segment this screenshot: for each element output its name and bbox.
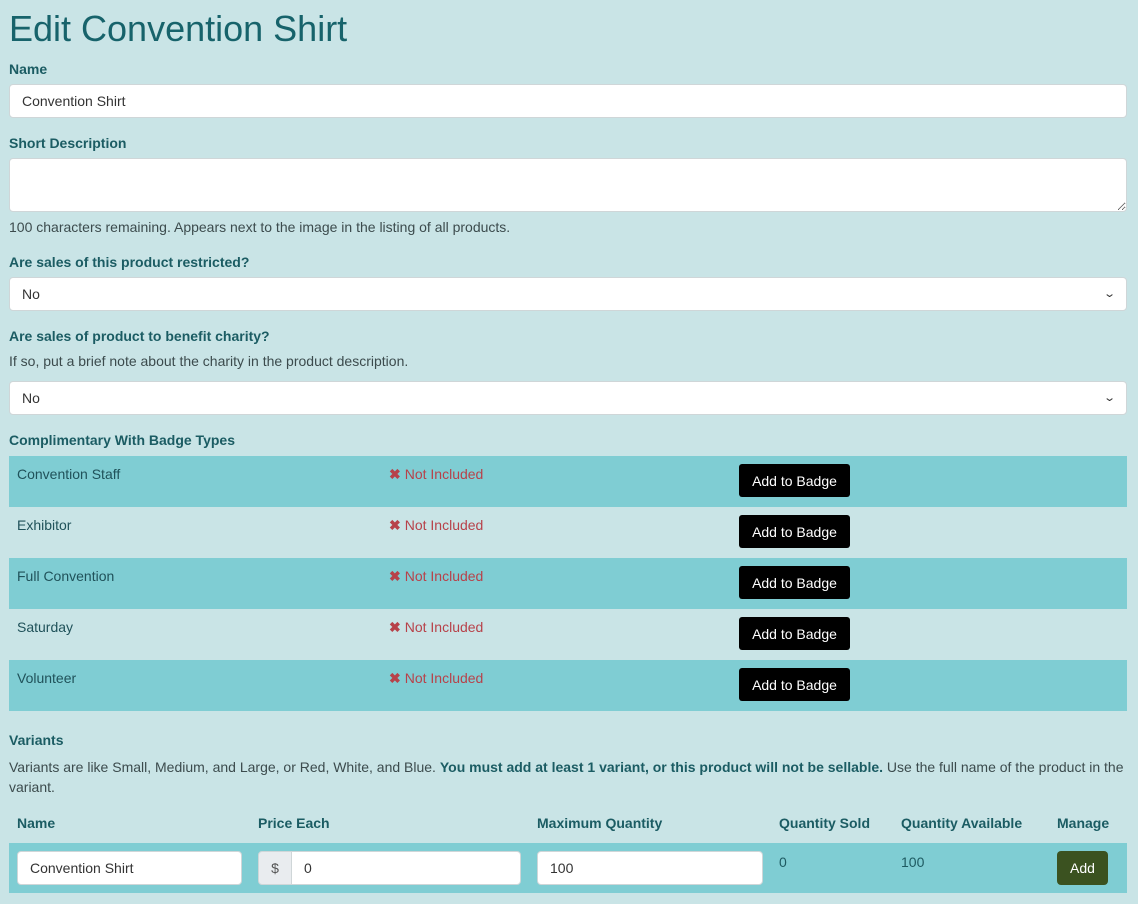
column-header-price: Price Each bbox=[258, 815, 330, 831]
x-mark-icon: ✖ bbox=[389, 517, 401, 533]
badge-status: ✖ Not Included bbox=[389, 517, 483, 534]
x-mark-icon: ✖ bbox=[389, 466, 401, 482]
short-description-textarea[interactable] bbox=[9, 158, 1127, 212]
variant-quantity-sold: 0 bbox=[779, 854, 787, 870]
name-label: Name bbox=[9, 61, 48, 77]
restricted-label: Are sales of this product restricted? bbox=[9, 254, 250, 270]
x-mark-icon: ✖ bbox=[389, 568, 401, 584]
page-title: Edit Convention Shirt bbox=[9, 8, 348, 49]
variants-help: Variants are like Small, Medium, and Lar… bbox=[9, 757, 1127, 797]
chevron-down-icon: ⌄ bbox=[1102, 392, 1116, 404]
variants-help-text: Variants are like Small, Medium, and Lar… bbox=[9, 759, 440, 775]
column-header-name: Name bbox=[17, 815, 56, 831]
charity-select-value: No bbox=[22, 390, 40, 406]
variant-price-input[interactable]: 0 bbox=[291, 851, 521, 885]
variant-name-input[interactable]: Convention Shirt bbox=[17, 851, 242, 885]
short-description-label: Short Description bbox=[9, 135, 127, 151]
badge-row: Convention Staff ✖ Not Included Add to Ba… bbox=[9, 456, 1127, 507]
badge-row: Volunteer ✖ Not Included Add to Badge bbox=[9, 660, 1127, 711]
badge-row: Exhibitor ✖ Not Included Add to Badge bbox=[9, 507, 1127, 558]
badge-status-text: Not Included bbox=[404, 466, 484, 482]
badge-status: ✖ Not Included bbox=[389, 466, 483, 483]
add-to-badge-button[interactable]: Add to Badge bbox=[739, 566, 850, 599]
badge-row: Full Convention ✖ Not Included Add to Bad… bbox=[9, 558, 1127, 609]
name-input[interactable]: Convention Shirt bbox=[9, 84, 1127, 118]
badge-status-text: Not Included bbox=[404, 517, 484, 533]
charity-help: If so, put a brief note about the charit… bbox=[9, 353, 409, 369]
add-variant-button[interactable]: Add bbox=[1057, 851, 1108, 885]
charity-label: Are sales of product to benefit charity? bbox=[9, 328, 270, 344]
badge-status: ✖ Not Included bbox=[389, 670, 483, 687]
variants-table-header: Name Price Each Maximum Quantity Quantit… bbox=[9, 815, 1127, 835]
add-to-badge-button[interactable]: Add to Badge bbox=[739, 668, 850, 701]
restricted-select-value: No bbox=[22, 286, 40, 302]
x-mark-icon: ✖ bbox=[389, 619, 401, 635]
variant-quantity-available: 100 bbox=[901, 854, 925, 870]
currency-addon: $ bbox=[258, 851, 292, 885]
badge-status: ✖ Not Included bbox=[389, 619, 483, 636]
charity-select[interactable]: No ⌄ bbox=[9, 381, 1127, 415]
column-header-quantity-available: Quantity Available bbox=[901, 815, 1023, 831]
variant-row: Convention Shirt $ 0 100 0 100 Add bbox=[9, 843, 1127, 893]
x-mark-icon: ✖ bbox=[389, 670, 401, 686]
badge-name: Volunteer bbox=[17, 670, 77, 686]
badge-status-text: Not Included bbox=[404, 670, 484, 686]
badge-name: Convention Staff bbox=[17, 466, 121, 482]
column-header-max-quantity: Maximum Quantity bbox=[537, 815, 663, 831]
badge-name: Saturday bbox=[17, 619, 74, 635]
badge-row: Saturday ✖ Not Included Add to Badge bbox=[9, 609, 1127, 660]
variants-label: Variants bbox=[9, 732, 64, 748]
chevron-down-icon: ⌄ bbox=[1102, 288, 1116, 300]
badge-name: Exhibitor bbox=[17, 517, 72, 533]
badge-types-label: Complimentary With Badge Types bbox=[9, 432, 235, 448]
restricted-select[interactable]: No ⌄ bbox=[9, 277, 1127, 311]
short-description-help: 100 characters remaining. Appears next t… bbox=[9, 219, 511, 235]
add-to-badge-button[interactable]: Add to Badge bbox=[739, 515, 850, 548]
badge-name: Full Convention bbox=[17, 568, 115, 584]
badge-status: ✖ Not Included bbox=[389, 568, 483, 585]
column-header-manage: Manage bbox=[1057, 815, 1110, 831]
badge-types-table: Convention Staff ✖ Not Included Add to Ba… bbox=[9, 456, 1127, 711]
column-header-quantity-sold: Quantity Sold bbox=[779, 815, 870, 831]
variants-help-warning: You must add at least 1 variant, or this… bbox=[439, 759, 884, 775]
badge-status-text: Not Included bbox=[404, 619, 484, 635]
variant-max-quantity-input[interactable]: 100 bbox=[537, 851, 763, 885]
add-to-badge-button[interactable]: Add to Badge bbox=[739, 617, 850, 650]
badge-status-text: Not Included bbox=[404, 568, 484, 584]
add-to-badge-button[interactable]: Add to Badge bbox=[739, 464, 850, 497]
